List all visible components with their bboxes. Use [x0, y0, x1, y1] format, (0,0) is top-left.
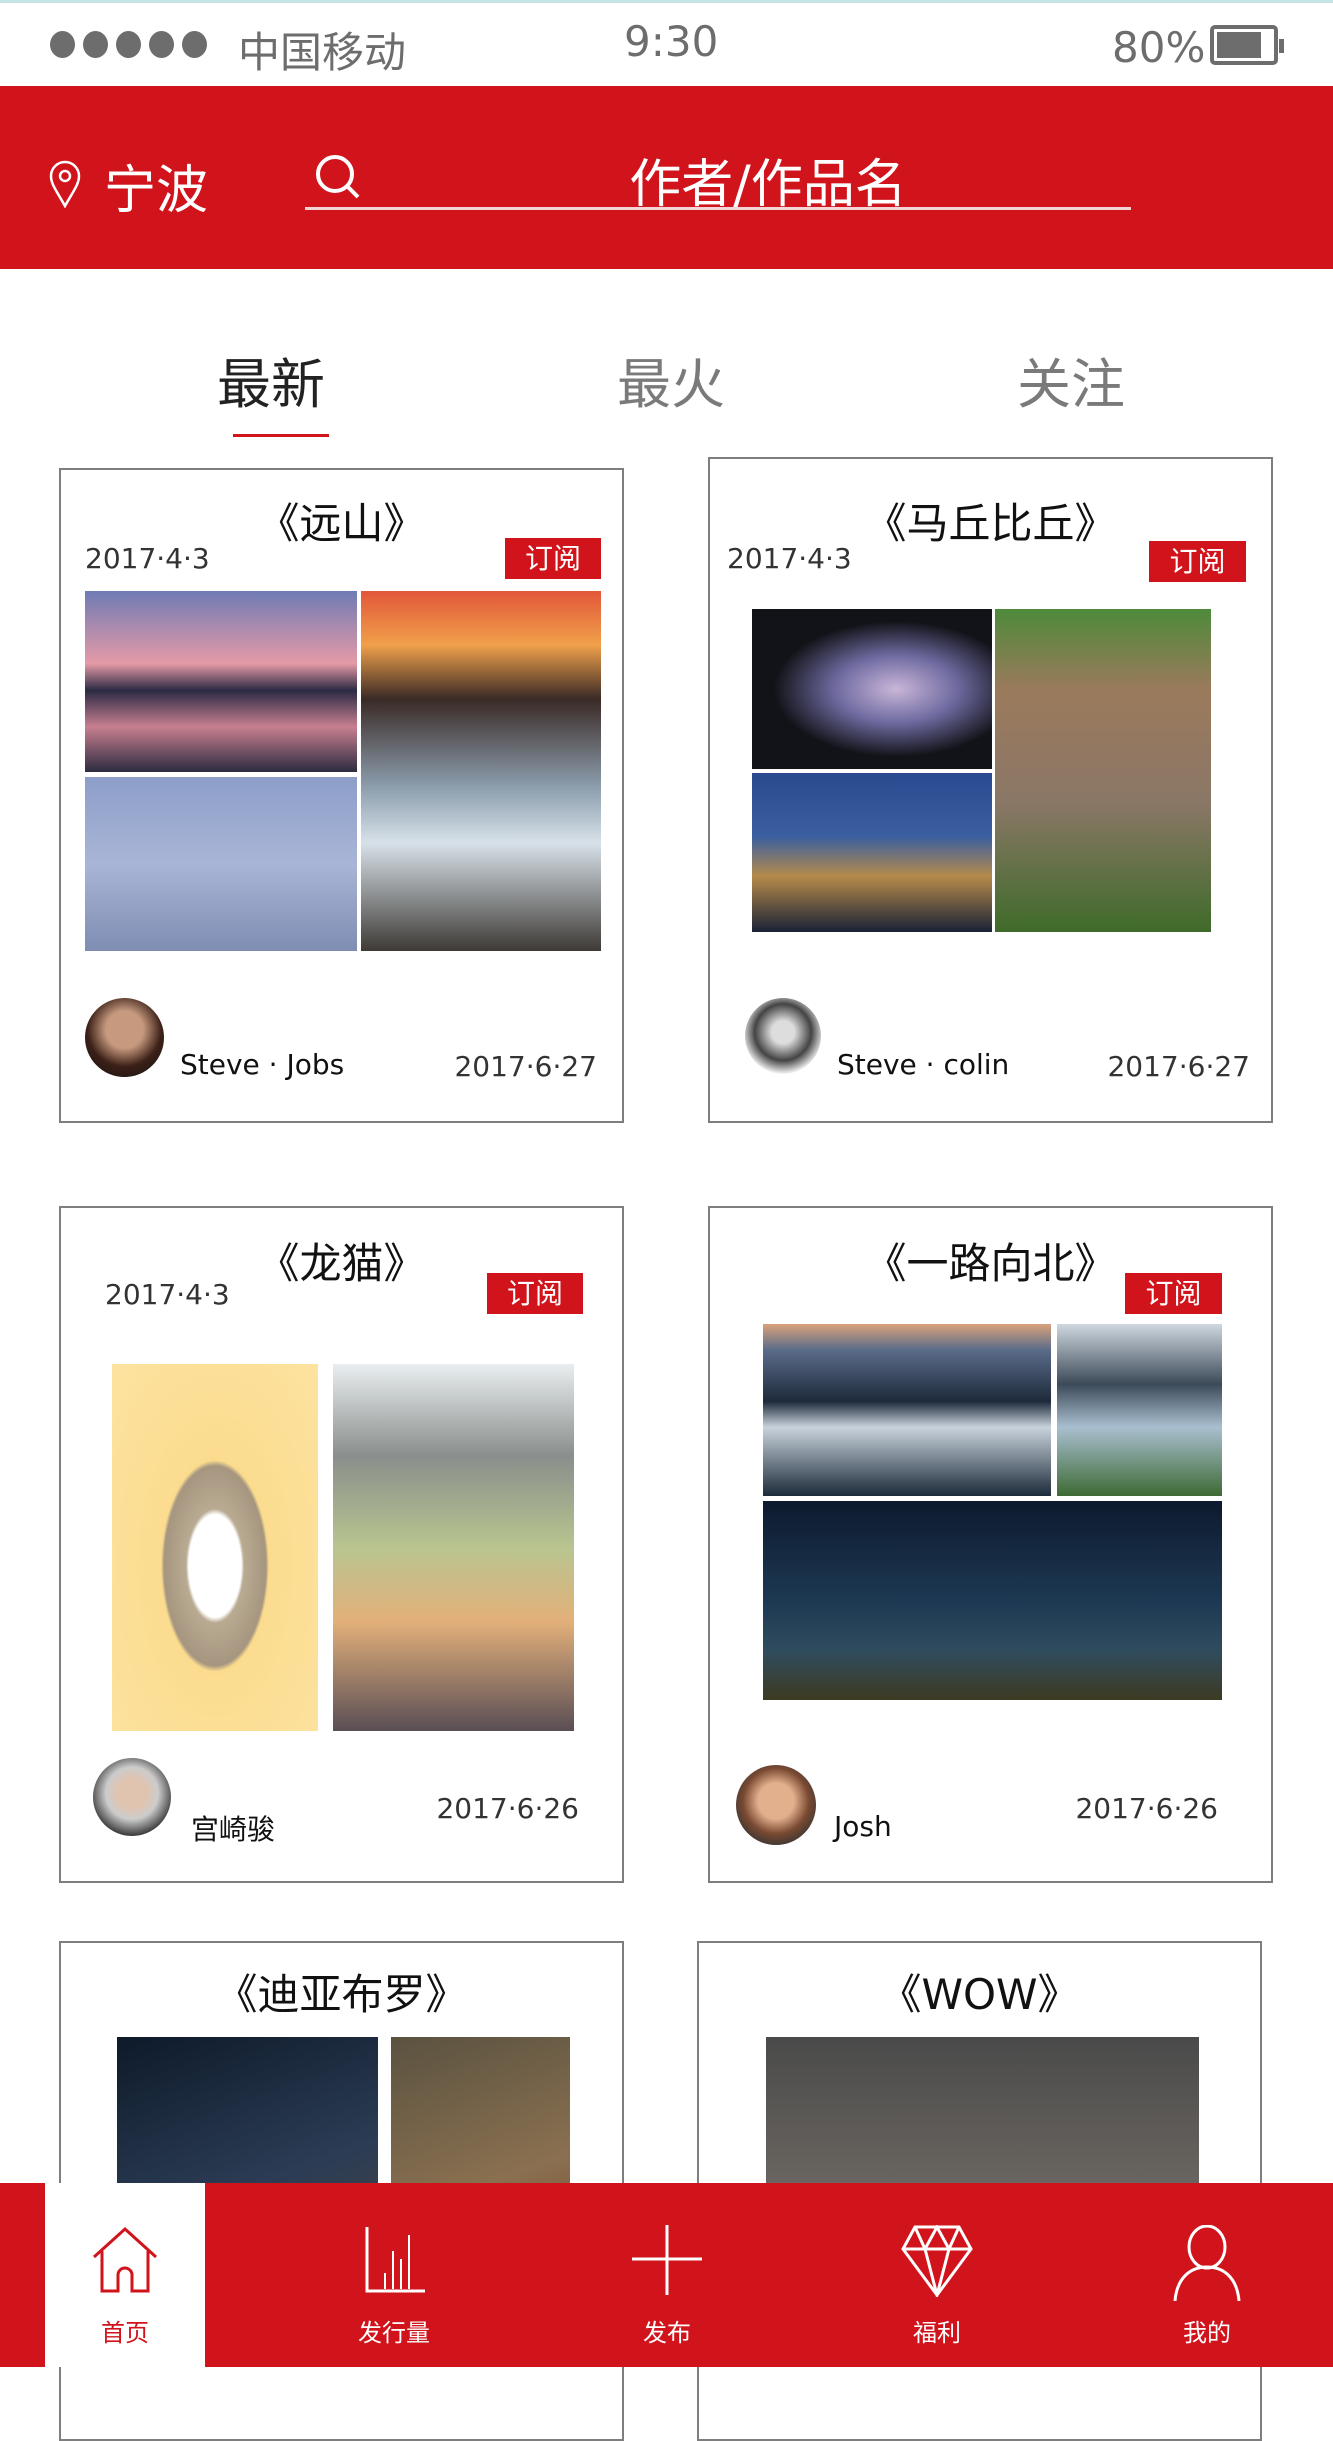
photo-castle[interactable] — [752, 773, 992, 932]
subscribe-button[interactable]: 订阅 — [1125, 1273, 1222, 1314]
plus-icon — [632, 2225, 702, 2295]
diamond-icon — [901, 2225, 973, 2297]
photo-cliff-monastery[interactable] — [995, 609, 1211, 932]
clock: 9:30 — [624, 17, 719, 66]
status-bar: 中国移动 9:30 80% — [0, 0, 1333, 86]
author-name[interactable]: Josh — [834, 1810, 892, 1843]
avatar[interactable] — [85, 998, 164, 1077]
nav-publish[interactable]: 发布 — [577, 2183, 757, 2367]
nav-circulation[interactable]: 发行量 — [304, 2183, 484, 2367]
photo-waves[interactable] — [361, 591, 601, 951]
nav-label: 发行量 — [358, 2319, 430, 2347]
avatar[interactable] — [745, 998, 821, 1074]
nav-label: 福利 — [913, 2319, 961, 2347]
work-card[interactable]: 《一路向北》 订阅 Josh 2017·6·26 — [708, 1206, 1273, 1883]
nav-label: 首页 — [101, 2319, 149, 2347]
search-placeholder: 作者/作品名 — [629, 155, 907, 215]
search-input[interactable]: 作者/作品名 — [305, 146, 1131, 215]
location-pin-icon[interactable] — [48, 160, 82, 208]
subscribe-button[interactable]: 订阅 — [487, 1273, 583, 1314]
signal-icon — [50, 31, 207, 58]
work-date: 2017·4·3 — [85, 542, 210, 575]
bottom-nav: 首页 发行量 发布 福利 我的 — [0, 2183, 1333, 2367]
user-icon — [1173, 2225, 1241, 2301]
battery-percent: 80% — [1112, 23, 1206, 72]
tab-hot[interactable]: 最火 — [591, 340, 751, 419]
work-date: 2017·4·3 — [727, 542, 852, 575]
home-icon — [92, 2226, 158, 2293]
updated-date: 2017·6·26 — [436, 1792, 579, 1825]
nav-home[interactable]: 首页 — [45, 2183, 205, 2367]
work-title: 《WOW》 — [879, 1970, 1080, 2019]
carrier: 中国移动 — [238, 28, 407, 77]
feed-tabs: 最新 最火 关注 — [0, 340, 1333, 437]
avatar[interactable] — [736, 1765, 816, 1845]
nav-welfare[interactable]: 福利 — [847, 2183, 1027, 2367]
updated-date: 2017·6·27 — [1107, 1050, 1250, 1083]
updated-date: 2017·6·26 — [1075, 1792, 1218, 1825]
photo-totoro-2[interactable] — [333, 1364, 574, 1731]
subscribe-button[interactable]: 订阅 — [1149, 541, 1246, 582]
nav-label: 发布 — [643, 2319, 691, 2347]
updated-date: 2017·6·27 — [454, 1050, 597, 1083]
tab-following[interactable]: 关注 — [991, 340, 1151, 419]
tab-latest[interactable]: 最新 — [191, 340, 351, 437]
avatar[interactable] — [93, 1758, 171, 1836]
photo-totoro-1[interactable] — [112, 1364, 318, 1731]
nav-label: 我的 — [1183, 2319, 1231, 2347]
work-date: 2017·4·3 — [105, 1278, 230, 1311]
photo-bird[interactable] — [85, 777, 357, 951]
photo-starry-sky[interactable] — [763, 1501, 1222, 1700]
bar-chart-icon — [365, 2227, 425, 2293]
work-card[interactable]: 《马丘比丘》 2017·4·3 订阅 Steve · colin 2017·6·… — [708, 457, 1273, 1123]
subscribe-button[interactable]: 订阅 — [505, 538, 601, 579]
nav-mine[interactable]: 我的 — [1117, 2183, 1297, 2367]
author-name[interactable]: Steve · Jobs — [180, 1048, 344, 1081]
battery-icon — [1210, 25, 1284, 65]
work-card[interactable]: 《龙猫》 2017·4·3 订阅 宫崎骏 2017·6·26 — [59, 1206, 624, 1883]
author-name[interactable]: Steve · colin — [837, 1048, 1009, 1081]
photo-fjord[interactable] — [1057, 1324, 1222, 1496]
photo-snow-forest[interactable] — [763, 1324, 1051, 1496]
author-name[interactable]: 宫崎骏 — [191, 1808, 275, 1848]
photo-lake-sunset[interactable] — [85, 591, 357, 772]
work-title: 《迪亚布罗》 — [215, 1970, 468, 2019]
city-selector[interactable]: 宁波 — [104, 148, 208, 223]
photo-cave[interactable] — [752, 609, 992, 769]
work-card[interactable]: 《远山》 2017·4·3 订阅 Steve · Jobs 2017·6·27 — [59, 468, 624, 1123]
header: 宁波 作者/作品名 — [0, 86, 1333, 269]
